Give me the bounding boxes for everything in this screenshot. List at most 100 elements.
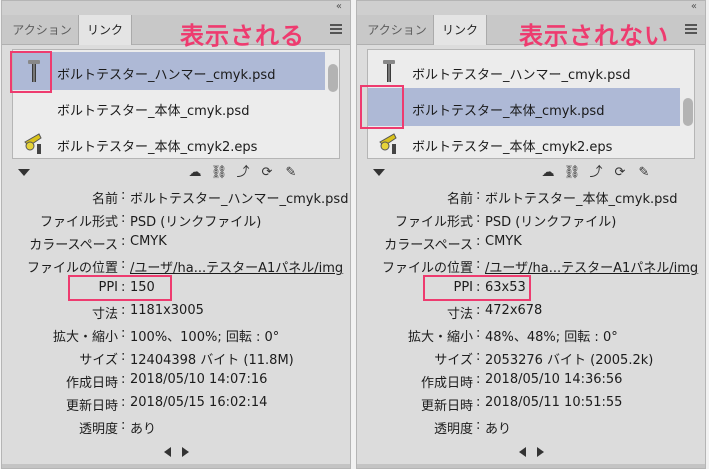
panel-menu-icon[interactable] (685, 24, 697, 34)
info-value: 100%、100%; 回転 : 0° (130, 330, 280, 345)
file-location-link[interactable]: /ユーザ/ha...テスターA1パネル/img (130, 257, 343, 276)
scrollbar-thumb[interactable] (328, 64, 338, 92)
update-link-icon[interactable]: ⟳ (611, 164, 629, 182)
list-item[interactable]: ボルトテスター_本体_cmyk.psd (13, 88, 325, 126)
info-value: 48%、48%; 回転 : 0° (485, 330, 618, 345)
info-label: 寸法 (91, 307, 118, 322)
list-item[interactable]: ボルトテスター_本体_cmyk2.eps (13, 124, 325, 162)
info-label: ファイルの位置 (26, 261, 118, 276)
info-value: 472x678 (485, 303, 543, 318)
info-label: ファイルの位置 (381, 261, 473, 276)
cloud-icon[interactable]: ☁ (186, 164, 204, 182)
hammer-thumbnail-icon (374, 56, 404, 86)
info-value: CMYK (130, 234, 167, 249)
info-value: CMYK (485, 234, 522, 249)
highlight-box-thumbnail (360, 85, 404, 129)
info-label: 名前 (446, 192, 473, 207)
tab-actions[interactable]: アクション (6, 15, 78, 45)
link-nav (357, 444, 705, 460)
previous-link-icon[interactable] (164, 447, 171, 457)
info-label: サイズ (79, 353, 118, 368)
info-label: 拡大・縮小 (52, 330, 118, 345)
list-item[interactable]: ボルトテスター_ハンマー_cmyk.psd (13, 52, 325, 90)
info-value: 2018/05/11 10:51:55 (485, 395, 623, 410)
links-toolbar: ☁ ⛓ ⤴ ⟳ ✎ (2, 161, 350, 185)
info-label: 作成日時 (65, 376, 118, 391)
link-filename: ボルトテスター_本体_cmyk2.eps (412, 140, 613, 155)
panel-resize-bar[interactable] (2, 464, 350, 468)
scrollbar-thumb[interactable] (683, 98, 693, 126)
info-value: PSD (リンクファイル) (130, 215, 262, 230)
info-label: 透明度 (433, 422, 473, 437)
highlight-box-ppi (68, 275, 172, 301)
tester-thumbnail-icon (19, 128, 49, 158)
previous-link-icon[interactable] (519, 447, 526, 457)
list-item[interactable]: ボルトテスター_本体_cmyk.psd (368, 88, 680, 126)
info-label: 名前 (91, 192, 118, 207)
info-value: PSD (リンクファイル) (485, 215, 617, 230)
go-to-link-icon[interactable]: ⤴ (234, 164, 252, 182)
info-value: ボルトテスター_ハンマー_cmyk.psd (130, 192, 349, 207)
edit-original-icon[interactable]: ✎ (635, 164, 653, 182)
next-link-icon[interactable] (182, 447, 189, 457)
collapse-icon[interactable]: « (691, 1, 697, 13)
info-label: 更新日時 (65, 399, 118, 414)
next-link-icon[interactable] (537, 447, 544, 457)
info-value: ボルトテスター_本体_cmyk.psd (485, 192, 678, 207)
link-filename: ボルトテスター_本体_cmyk.psd (57, 104, 250, 119)
links-panel-right: « アクション リンク 表示されない ボルトテスター_ハンマー_cmyk.psd… (356, 0, 706, 469)
tab-links[interactable]: リンク (78, 15, 132, 45)
info-label: ファイル形式 (394, 215, 473, 230)
info-label: 拡大・縮小 (407, 330, 473, 345)
list-scrollbar[interactable] (328, 56, 338, 152)
panel-menu-icon[interactable] (330, 24, 342, 34)
info-value: 12404398 バイト (11.8M) (130, 353, 294, 368)
list-item[interactable]: ボルトテスター_本体_cmyk2.eps (368, 124, 680, 162)
link-filename: ボルトテスター_本体_cmyk2.eps (57, 140, 258, 155)
info-label: カラースペース (384, 238, 473, 253)
info-label: 透明度 (78, 422, 118, 437)
link-filename: ボルトテスター_ハンマー_cmyk.psd (412, 68, 631, 83)
link-filename: ボルトテスター_ハンマー_cmyk.psd (57, 68, 276, 83)
links-list: ボルトテスター_ハンマー_cmyk.psd ボルトテスター_本体_cmyk.ps… (367, 49, 695, 159)
link-filename: ボルトテスター_本体_cmyk.psd (412, 104, 605, 119)
tab-actions[interactable]: アクション (361, 15, 433, 45)
annotation-label: 表示される (180, 22, 305, 50)
update-link-icon[interactable]: ⟳ (258, 164, 276, 182)
info-value: 2053276 バイト (2005.2k) (485, 353, 654, 368)
annotation-label: 表示されない (519, 22, 669, 50)
edit-original-icon[interactable]: ✎ (282, 164, 300, 182)
info-value: 2018/05/10 14:07:16 (130, 372, 268, 387)
info-label: カラースペース (29, 238, 118, 253)
list-scrollbar[interactable] (683, 56, 693, 152)
info-label: 更新日時 (420, 399, 473, 414)
show-info-toggle-icon[interactable] (18, 169, 30, 176)
link-nav (2, 444, 350, 460)
file-location-link[interactable]: /ユーザ/ha...テスターA1パネル/img (485, 257, 698, 276)
info-label: ファイル形式 (39, 215, 118, 230)
info-value: 1181x3005 (130, 303, 204, 318)
relink-chain-icon[interactable]: ⛓ (563, 164, 581, 182)
go-to-link-icon[interactable]: ⤴ (587, 164, 605, 182)
highlight-box-ppi (423, 275, 531, 301)
links-panel-left: « アクション リンク 表示される ボルトテスター_ハンマー_cmyk.psd … (1, 0, 351, 469)
links-list: ボルトテスター_ハンマー_cmyk.psd ボルトテスター_本体_cmyk.ps… (12, 49, 340, 159)
cloud-icon[interactable]: ☁ (539, 164, 557, 182)
info-label: サイズ (434, 353, 473, 368)
panel-top-strip: « (357, 1, 705, 15)
collapse-icon[interactable]: « (336, 1, 342, 13)
info-label: 寸法 (446, 307, 473, 322)
info-value: 2018/05/10 14:36:56 (485, 372, 623, 387)
panel-top-strip: « (2, 1, 350, 15)
info-value: あり (130, 422, 157, 437)
list-item[interactable]: ボルトテスター_ハンマー_cmyk.psd (368, 52, 680, 90)
relink-chain-icon[interactable]: ⛓ (210, 164, 228, 182)
panel-resize-bar[interactable] (357, 464, 705, 468)
highlight-box-thumbnail (10, 51, 52, 93)
info-label: 作成日時 (420, 376, 473, 391)
info-value: 2018/05/15 16:02:14 (130, 395, 268, 410)
info-value: あり (485, 422, 512, 437)
show-info-toggle-icon[interactable] (373, 169, 385, 176)
tab-links[interactable]: リンク (433, 15, 487, 45)
tester-thumbnail-icon (374, 128, 404, 158)
